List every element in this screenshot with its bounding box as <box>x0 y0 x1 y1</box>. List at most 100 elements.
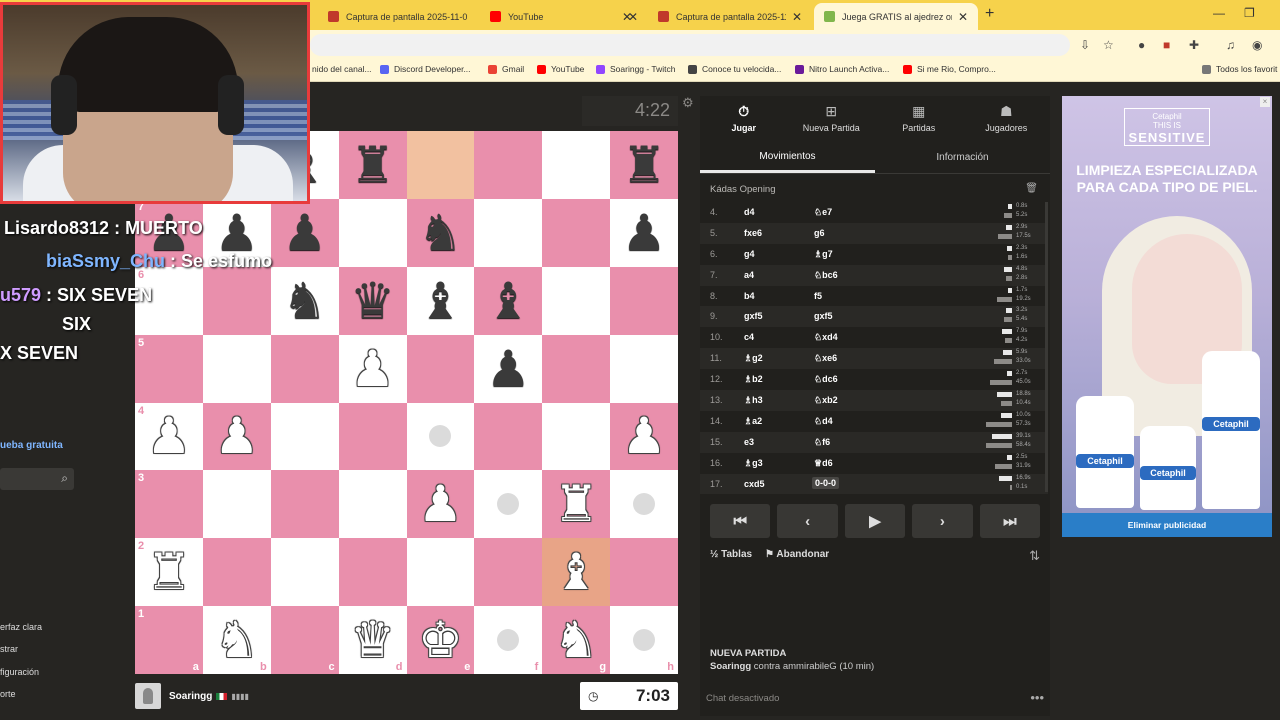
tab-2[interactable]: Captura de pantalla 2025-11-0 ✕ <box>648 3 812 30</box>
square-d1[interactable]: ♛ d <box>338 606 407 674</box>
square-f2[interactable] <box>474 538 543 607</box>
white-knight-piece[interactable]: ♞ <box>554 615 599 665</box>
square-e8[interactable] <box>406 131 475 199</box>
star-icon[interactable]: ☆ <box>1103 38 1114 52</box>
bookmark[interactable]: Discord Developer... <box>380 64 471 74</box>
bookmark[interactable]: Gmail <box>488 64 524 74</box>
square-h7[interactable]: ♟ <box>610 198 678 267</box>
bookmark[interactable]: YouTube <box>537 64 584 74</box>
white-pawn-piece[interactable]: ♟ <box>622 411 667 461</box>
menu-item-support[interactable]: orte <box>0 689 16 699</box>
flip-board-icon[interactable]: ⇅ <box>1029 548 1040 564</box>
white-king-piece[interactable]: ♚ <box>418 615 463 665</box>
restore-icon[interactable]: ❐ <box>1244 6 1255 20</box>
nav-games[interactable]: ▦ Partidas <box>875 96 963 140</box>
address-bar[interactable] <box>310 34 1070 56</box>
square-f4[interactable] <box>474 402 543 471</box>
square-h6[interactable] <box>610 266 678 335</box>
nav-players[interactable]: ☗ Jugadores <box>963 96 1051 140</box>
black-move[interactable]: ♘xb2 <box>814 395 838 406</box>
last-move-button[interactable]: ⏭ <box>979 504 1041 538</box>
square-c5[interactable] <box>270 334 339 403</box>
play-button[interactable]: ▶ <box>844 504 906 538</box>
square-g5[interactable] <box>542 334 611 403</box>
puzzle-icon[interactable]: ✚ <box>1189 38 1199 52</box>
game-info-player[interactable]: Soaringg <box>710 661 751 672</box>
tab-3[interactable]: Juega GRATIS al ajedrez online ✕ <box>814 3 978 30</box>
bookmark[interactable]: Conoce tu velocida... <box>688 64 781 74</box>
close-icon[interactable]: ✕ <box>958 10 968 24</box>
square-h5[interactable] <box>610 334 678 403</box>
advertisement[interactable]: × Cetaphil THIS IS SENSITIVE LIMPIEZA ES… <box>1062 96 1272 537</box>
square-c3[interactable] <box>270 470 339 539</box>
move-hint-dot[interactable] <box>633 629 656 652</box>
square-g8[interactable] <box>542 131 611 199</box>
white-move[interactable]: ♗g3 <box>744 458 763 469</box>
black-bishop-piece[interactable]: ♝ <box>418 276 463 326</box>
black-move[interactable]: ♘xd4 <box>814 332 838 343</box>
white-move[interactable]: a4 <box>744 270 754 280</box>
square-a5[interactable]: 5 <box>135 334 203 403</box>
square-d6[interactable]: ♛ <box>338 266 407 335</box>
bookmark[interactable]: nido del canal... <box>312 64 372 74</box>
menu-item-theme[interactable]: erfaz clara <box>0 622 42 632</box>
square-b4[interactable]: ♟ <box>202 402 271 471</box>
square-c2[interactable] <box>270 538 339 607</box>
player-name[interactable]: Soaringg <box>169 691 212 702</box>
white-move[interactable]: fxe6 <box>744 228 762 238</box>
black-move[interactable]: g6 <box>814 228 825 238</box>
square-g6[interactable] <box>542 266 611 335</box>
white-pawn-piece[interactable]: ♟ <box>350 344 395 394</box>
square-b2[interactable] <box>202 538 271 607</box>
square-e7[interactable]: ♞ <box>406 198 475 267</box>
white-bishop-piece[interactable]: ♝ <box>554 547 599 597</box>
move-list-scrollbar[interactable] <box>1045 202 1048 492</box>
square-f5[interactable]: ♟ <box>474 334 543 403</box>
square-d5[interactable]: ♟ <box>338 334 407 403</box>
bookmark[interactable]: Si me Rio, Compro... <box>903 64 996 74</box>
square-b3[interactable] <box>202 470 271 539</box>
previous-move-button[interactable]: ‹ <box>777 504 838 538</box>
black-bishop-piece[interactable]: ♝ <box>486 276 531 326</box>
white-move[interactable]: ♗b2 <box>744 374 763 385</box>
black-move[interactable]: ♗g7 <box>814 249 833 260</box>
close-icon[interactable]: ✕ <box>622 10 632 24</box>
square-e3[interactable]: ♟ <box>406 470 475 539</box>
square-d3[interactable] <box>338 470 407 539</box>
white-pawn-piece[interactable]: ♟ <box>418 479 463 529</box>
white-queen-piece[interactable]: ♛ <box>350 615 395 665</box>
black-move[interactable]: gxf5 <box>814 311 833 321</box>
square-c4[interactable] <box>270 402 339 471</box>
white-rook-piece[interactable]: ♜ <box>554 479 599 529</box>
square-c6[interactable]: ♞ <box>270 266 339 335</box>
square-g3[interactable]: ♜ <box>542 470 611 539</box>
black-move[interactable]: ♕d6 <box>814 458 833 469</box>
square-h4[interactable]: ♟ <box>610 402 678 471</box>
search-input[interactable]: ⌕ <box>0 468 74 490</box>
square-d2[interactable] <box>338 538 407 607</box>
black-move[interactable]: ♘xe6 <box>814 353 837 364</box>
square-c1[interactable]: c <box>270 606 339 674</box>
settings-gear-icon[interactable]: ⚙ <box>682 95 694 111</box>
square-b1[interactable]: ♞ b <box>202 606 271 674</box>
move-hint-dot[interactable] <box>497 493 520 516</box>
black-rook-piece[interactable]: ♜ <box>622 140 667 190</box>
bookmark[interactable]: Todos los favorit <box>1202 64 1277 74</box>
square-c7[interactable]: ♟ <box>270 198 339 267</box>
black-move[interactable]: f5 <box>814 291 822 301</box>
square-g1[interactable]: ♞ g <box>542 606 611 674</box>
white-move[interactable]: cxd5 <box>744 479 765 489</box>
white-move[interactable]: e3 <box>744 437 754 447</box>
black-move[interactable]: ♘e7 <box>814 207 832 218</box>
square-a3[interactable]: 3 <box>135 470 203 539</box>
square-a1[interactable]: 1a <box>135 606 203 674</box>
tab-info[interactable]: Información <box>875 142 1050 173</box>
square-f8[interactable] <box>474 131 543 199</box>
square-f3[interactable] <box>474 470 543 539</box>
more-options-icon[interactable]: ••• <box>1030 690 1044 705</box>
square-h1[interactable]: h <box>610 606 678 674</box>
resign-button[interactable]: ⚑ Abandonar <box>765 549 829 560</box>
move-hint-dot[interactable] <box>429 425 452 448</box>
black-move[interactable]: ♘bc6 <box>814 270 838 281</box>
tab-1[interactable]: YouTube ✕ <box>480 3 642 30</box>
